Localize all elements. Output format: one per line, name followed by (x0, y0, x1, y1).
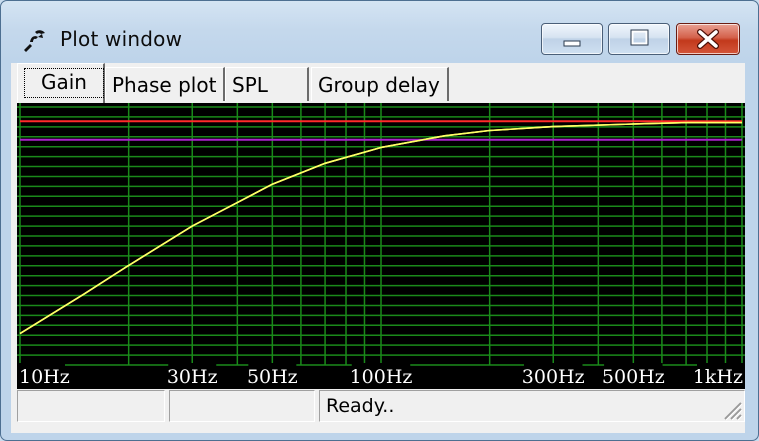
maximize-button[interactable] (608, 23, 670, 55)
x-tick-label: 100Hz (350, 366, 413, 388)
x-tick-label: 10Hz (19, 366, 70, 388)
window-title: Plot window (60, 27, 183, 51)
close-icon (697, 29, 719, 49)
x-tick-label: 500Hz (602, 366, 665, 388)
x-tick-label: 300Hz (522, 366, 585, 388)
x-tick-label: 1kHz (693, 366, 743, 388)
status-text: Ready.. (319, 390, 745, 422)
title-bar[interactable]: Plot window (1, 1, 758, 63)
close-button[interactable] (676, 23, 740, 55)
tab-spl[interactable]: SPL (225, 67, 309, 101)
tab-strip: Gain Phase plot SPL Group delay (11, 63, 745, 103)
tab-phase-plot[interactable]: Phase plot (105, 67, 225, 101)
x-tick-label: 30Hz (167, 366, 218, 388)
status-bar: Ready.. (17, 389, 745, 425)
status-pane-2 (169, 390, 315, 422)
maximize-icon (630, 29, 649, 46)
x-tick-label: 50Hz (247, 366, 298, 388)
app-icon (24, 30, 45, 52)
status-pane-1 (17, 390, 165, 422)
minimize-icon (563, 40, 581, 47)
client-area: Gain Phase plot SPL Group delay 10Hz 30Hz… (11, 63, 745, 433)
gain-chart: 10Hz 30Hz 50Hz 100Hz 300Hz 500Hz 1kHz (17, 103, 745, 389)
tab-group-delay[interactable]: Group delay (311, 67, 449, 101)
resize-grip-icon[interactable] (721, 399, 743, 421)
minimize-button[interactable] (541, 23, 603, 55)
plot-window: Plot window Gain Phase plot SPL Group de… (0, 0, 759, 441)
gain-plot[interactable]: 10Hz 30Hz 50Hz 100Hz 300Hz 500Hz 1kHz (17, 103, 745, 389)
tab-gain[interactable]: Gain (17, 63, 105, 103)
